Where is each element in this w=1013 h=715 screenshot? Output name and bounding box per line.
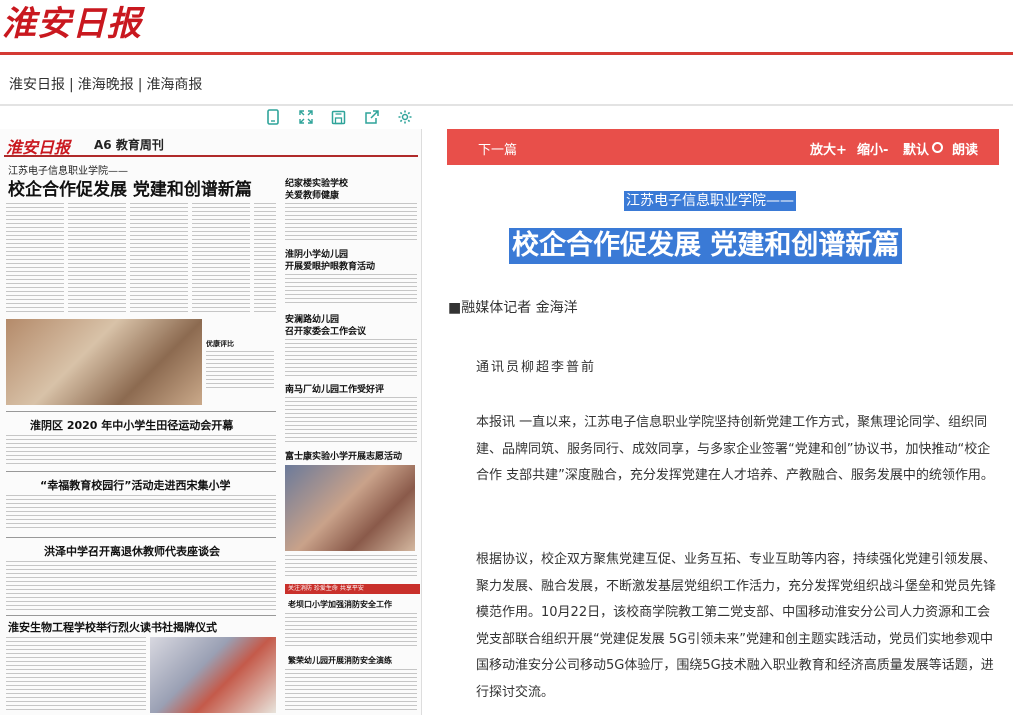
paper-headline[interactable]: 淮阴区 2020 年中小学生田径运动会开幕 (30, 417, 233, 433)
zoom-out-button[interactable]: 缩小- (857, 139, 888, 158)
paper-headline[interactable]: 南马厂幼儿园工作受好评 (285, 382, 384, 395)
paper-text-block (285, 669, 417, 713)
paper-headline[interactable]: 关爱教师健康 (285, 188, 339, 201)
paper-text-block (285, 274, 417, 306)
read-aloud-button[interactable]: 朗读 (952, 139, 978, 158)
paper-text-block (6, 435, 276, 465)
paper-photo[interactable] (6, 319, 202, 405)
nav-divider (0, 104, 1013, 106)
zoom-in-button[interactable]: 放大+ (810, 139, 847, 158)
article-author: ■融媒体记者 金海洋 (448, 300, 578, 316)
paper-masthead: 淮安日报 A6 教育周刊 (4, 133, 418, 157)
header-divider (0, 52, 1013, 55)
article-correspondents: 通讯员柳超李普前 (476, 360, 597, 375)
paper-text-block (6, 637, 146, 713)
article-paragraph: 本报讯 一直以来，江苏电子信息职业学院坚持创新党建工作方式，聚焦理论同学、组织同… (476, 415, 994, 484)
paper-text-block (6, 495, 276, 531)
paper-headline[interactable]: 开展爱眼护眼教育活动 (285, 259, 375, 272)
radio-circle-icon (932, 142, 944, 153)
paper-text-block (68, 203, 126, 315)
paper-rule (6, 471, 276, 472)
save-icon[interactable] (331, 109, 347, 125)
paper-rule (6, 411, 276, 412)
newspaper-page[interactable]: 淮安日报 A6 教育周刊 江苏电子信息职业学院—— 校企合作促发展 党建和创谱新… (0, 129, 422, 715)
paper-text-block (285, 203, 417, 241)
paper-headline[interactable]: “幸福教育校园行”活动走进西宋集小学 (40, 477, 230, 493)
paper-text-block (6, 561, 276, 611)
paper-text-block (130, 203, 188, 315)
next-article-button[interactable]: 下一篇 (478, 139, 517, 158)
paper-edition: A6 教育周刊 (94, 138, 164, 152)
paper-photo[interactable] (285, 465, 415, 551)
paper-headline[interactable]: 老坝口小学加强消防安全工作 (288, 599, 392, 610)
paper-nav: 淮安日报 | 淮海晚报 | 淮海商报 (9, 74, 202, 94)
default-size-button[interactable]: 默认 (903, 139, 944, 158)
share-icon[interactable] (364, 109, 380, 125)
paper-rule (6, 537, 276, 538)
site-logo[interactable]: 淮安日报 (2, 4, 142, 44)
paper-headline[interactable]: 繁荣幼儿园开展消防安全演练 (288, 655, 392, 666)
paper-lead-title[interactable]: 校企合作促发展 党建和创谱新篇 (8, 175, 252, 200)
paper-text-block (192, 203, 250, 315)
article-subtitle: 江苏电子信息职业学院—— (624, 191, 796, 211)
paper-text-block (254, 203, 276, 315)
paper-headline[interactable]: 召开家委会工作会议 (285, 324, 366, 337)
paper-headline[interactable]: 富士康实验小学开展志愿活动 (285, 449, 402, 462)
settings-icon[interactable] (397, 109, 413, 125)
paper-photo[interactable] (150, 637, 276, 713)
paper-text-block (285, 339, 417, 379)
nav-separator: | (137, 77, 143, 93)
page-toolbar (256, 104, 422, 131)
paper-text-block (285, 555, 417, 579)
paper-caption: 优康评比 (206, 340, 234, 348)
nav-huaihai-commerce[interactable]: 淮海商报 (146, 74, 202, 94)
paper-logo: 淮安日报 (6, 138, 71, 157)
single-page-icon[interactable] (265, 109, 281, 125)
site-header: 淮安日报 (0, 0, 1013, 52)
paper-rule (6, 615, 276, 616)
reader-toolbar: 下一篇 放大+ 缩小- 默认 朗读 (447, 129, 999, 165)
paper-text-block (285, 397, 417, 445)
paper-text-block (206, 351, 274, 391)
paper-headline[interactable]: 淮安生物工程学校举行烈火读书社揭牌仪式 (8, 619, 217, 635)
paper-text-block (6, 203, 64, 315)
nav-huaian-daily[interactable]: 淮安日报 (9, 74, 65, 94)
nav-huaihai-evening[interactable]: 淮海晚报 (78, 74, 134, 94)
default-size-label: 默认 (903, 143, 930, 158)
paper-red-banner: 关注消防 珍爱生命 共享平安 (285, 584, 420, 594)
expand-icon[interactable] (298, 109, 314, 125)
article-paragraph: 根据协议，校企双方聚焦党建互促、业务互拓、专业互助等内容，持续强化党建引领发展、… (476, 552, 997, 700)
paper-text-block (285, 613, 417, 649)
paper-headline[interactable]: 洪泽中学召开离退休教师代表座谈会 (44, 543, 220, 559)
nav-separator: | (69, 77, 74, 93)
article-title: 校企合作促发展 党建和创谱新篇 (509, 228, 903, 264)
